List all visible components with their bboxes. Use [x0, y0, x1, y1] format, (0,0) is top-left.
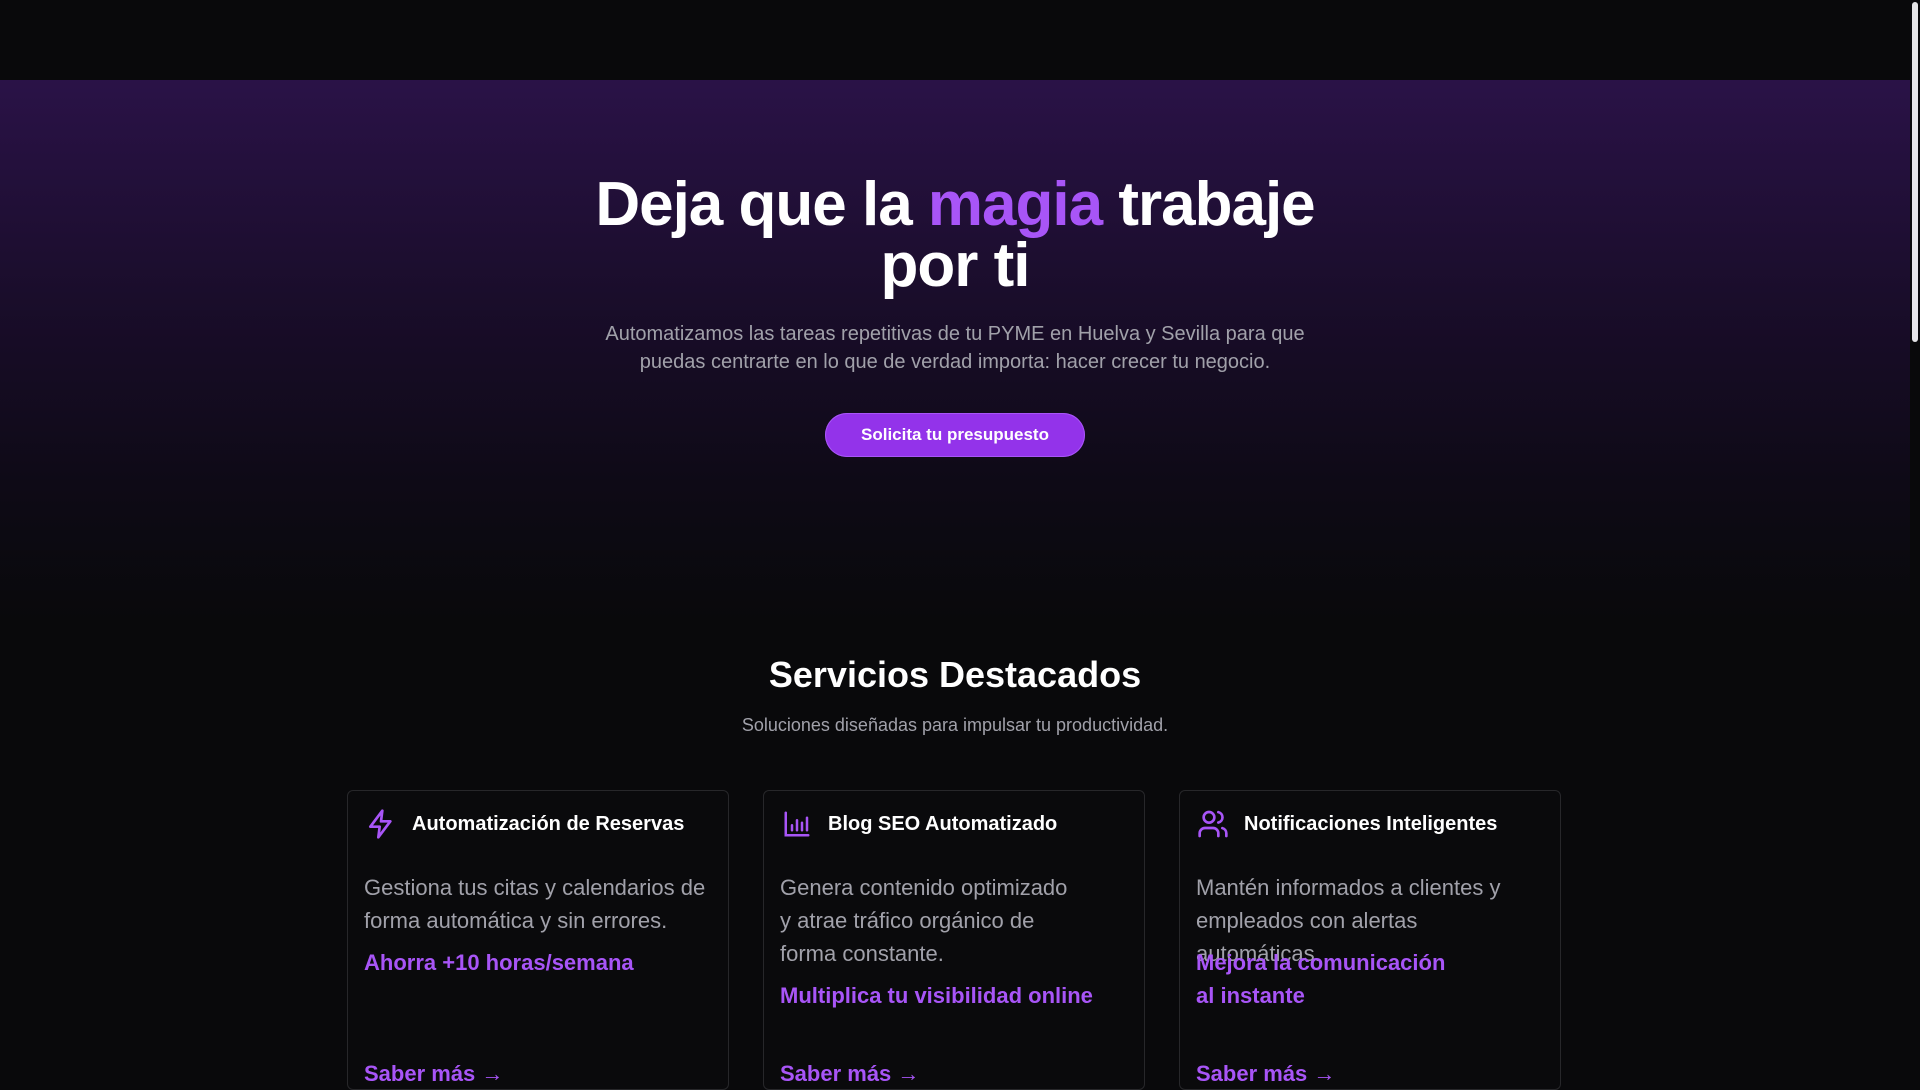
card-header: Blog SEO Automatizado	[780, 807, 1057, 841]
service-card-reservas: Automatización de Reservas Gestiona tus …	[347, 790, 729, 1090]
lightning-icon	[364, 807, 398, 841]
card-benefit: Ahorra +10 horas/semana	[364, 950, 634, 975]
hero-title: Deja que la magia trabaje por ti	[555, 174, 1355, 297]
page-scrollbar[interactable]	[1910, 0, 1920, 1080]
services-title: Servicios Destacados	[768, 654, 1142, 695]
card-header: Notificaciones Inteligentes	[1196, 807, 1497, 841]
card-header: Automatización de Reservas	[364, 807, 684, 841]
hero-title-accent: magia	[927, 170, 1103, 239]
card-benefit: Multiplica tu visibilidad online	[780, 983, 1093, 1008]
scrollbar-thumb[interactable]	[1912, 2, 1918, 342]
hero-section: Deja que la magia trabaje por ti Automat…	[0, 80, 1910, 620]
top-navbar	[0, 0, 1910, 80]
hero-title-start: Deja que la	[595, 170, 928, 239]
saber-mas-link[interactable]: Saber más →	[1196, 1061, 1335, 1087]
card-benefit: Mejora la comunicación al instante	[1196, 950, 1446, 1008]
service-card-blog-seo: Blog SEO Automatizado Genera contenido o…	[763, 790, 1145, 1090]
hero-subtitle: Automatizamos las tareas repetitivas de …	[605, 323, 1305, 373]
card-description: Genera contenido optimizado y atrae tráf…	[780, 875, 1068, 966]
bar-chart-icon	[780, 807, 814, 841]
card-title: Blog SEO Automatizado	[828, 812, 1058, 835]
saber-mas-link[interactable]: Saber más →	[780, 1061, 919, 1087]
saber-mas-link[interactable]: Saber más →	[364, 1061, 503, 1087]
service-card-notificaciones: Notificaciones Inteligentes Mantén infor…	[1179, 790, 1561, 1090]
card-description: Gestiona tus citas y calendarios de form…	[364, 875, 706, 933]
users-icon	[1196, 807, 1230, 841]
request-quote-button[interactable]: Solicita tu presupuesto	[825, 413, 1085, 457]
card-title: Automatización de Reservas	[412, 812, 685, 835]
card-title: Notificaciones Inteligentes	[1244, 812, 1498, 835]
services-subtitle: Soluciones diseñadas para impulsar tu pr…	[741, 715, 1169, 735]
